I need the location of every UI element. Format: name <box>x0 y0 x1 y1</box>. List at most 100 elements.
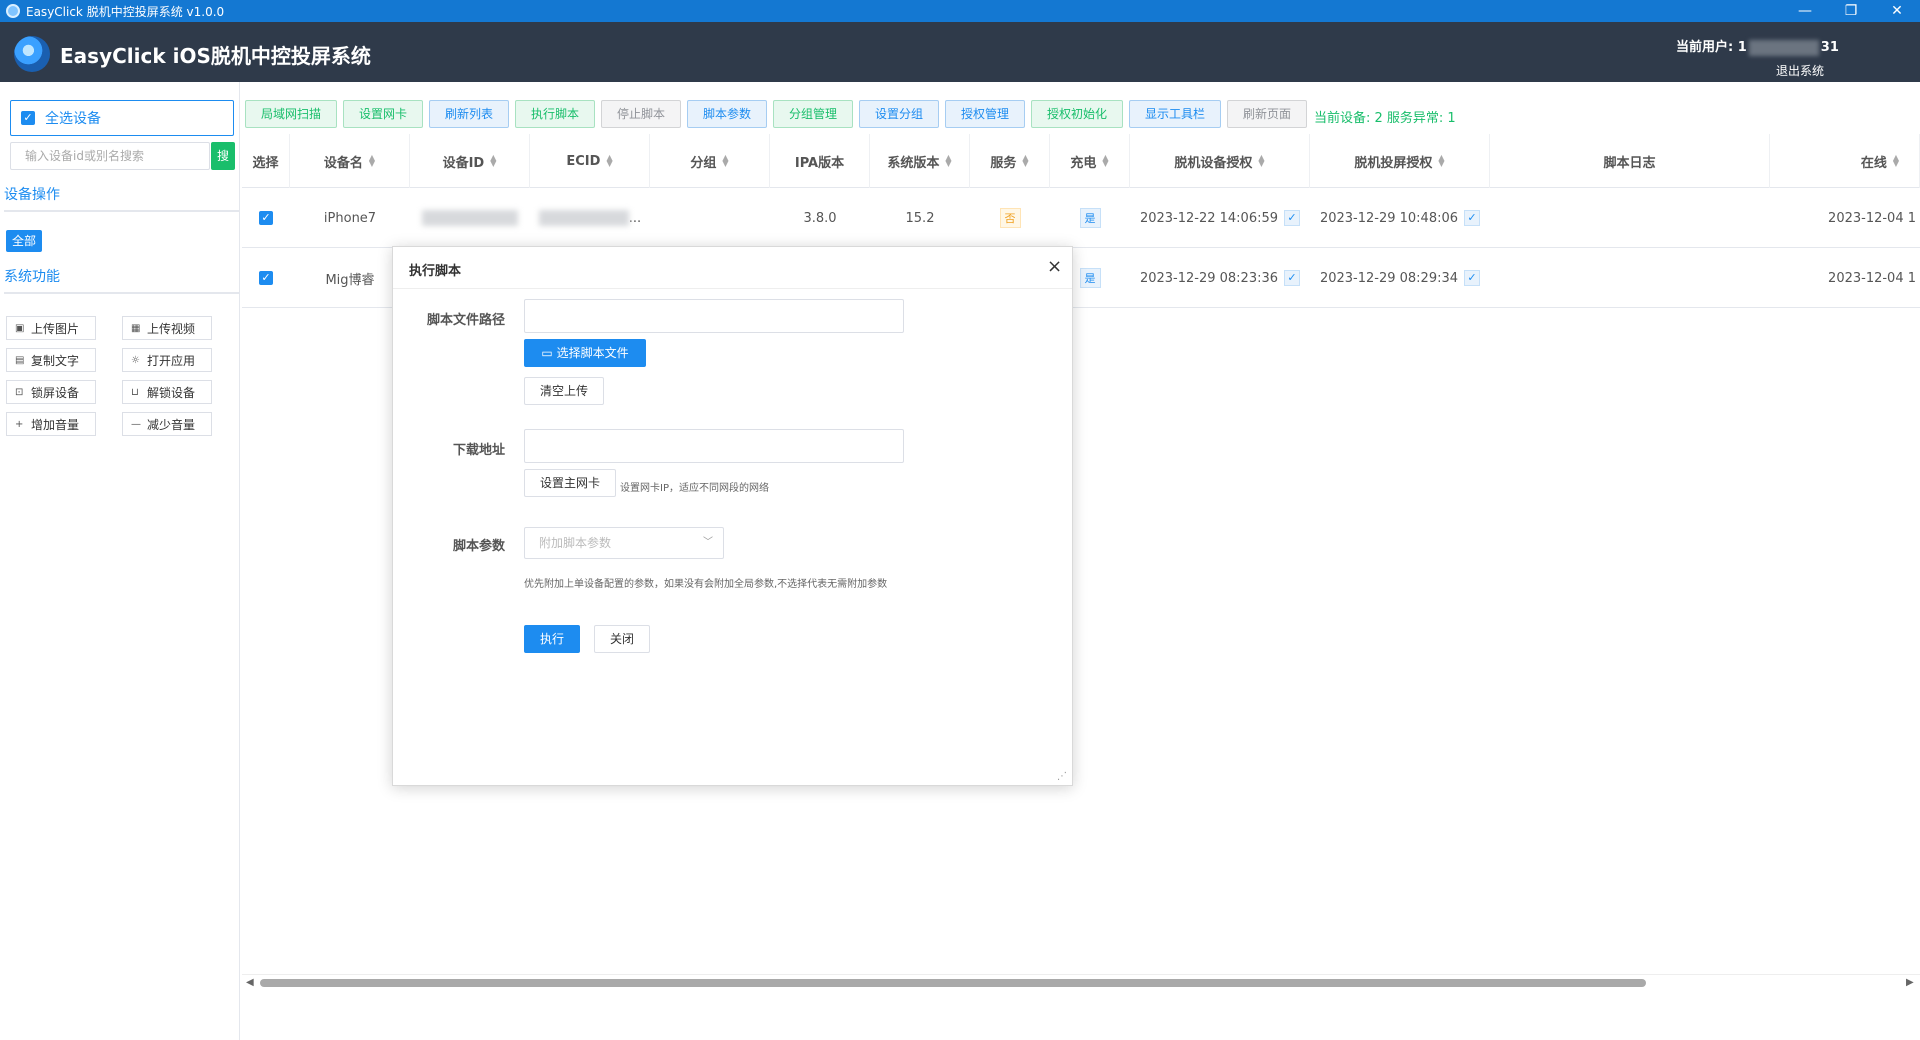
upload-image-button[interactable]: ▣ 上传图片 <box>6 316 96 340</box>
download-url-label: 下载地址 <box>452 443 505 458</box>
all-devices-button[interactable]: 全部 <box>6 230 42 252</box>
charging-tag: 是 <box>1079 268 1101 288</box>
col-group[interactable]: 分组 ▲ ▼ <box>650 134 770 188</box>
redacted-username <box>1748 39 1819 56</box>
script-path-input[interactable] <box>524 299 904 333</box>
scroll-thumb[interactable] <box>260 979 1646 987</box>
table-row[interactable]: ✓ iPhone7 ... 3.8.0 15.2 否 是 2023-12-22 … <box>242 188 1920 248</box>
refresh-list-button[interactable]: 刷新列表 <box>429 100 509 128</box>
current-user: 当前用户: 1 31 <box>1676 36 1839 56</box>
function-label: 打开应用 <box>147 353 196 368</box>
col-device-name[interactable]: 设备名 ▲ ▼ <box>290 134 410 188</box>
cell-screen-auth: 2023-12-29 08:29:34 ✓ <box>1310 248 1490 308</box>
show-toolbar-button[interactable]: 显示工具栏 <box>1129 100 1221 128</box>
search-button[interactable]: 搜 <box>211 142 235 170</box>
unlock-device-button[interactable]: ⊔ 解锁设备 <box>122 380 212 404</box>
folder-icon: ▭ <box>541 346 557 360</box>
function-label: 锁屏设备 <box>31 385 80 400</box>
logout-link[interactable]: 退出系统 <box>1776 62 1824 79</box>
plus-icon: + <box>15 418 24 430</box>
sort-icon: ▲ ▼ <box>722 153 729 168</box>
unlock-icon: ⊔ <box>131 386 139 398</box>
script-params-button[interactable]: 脚本参数 <box>687 100 767 128</box>
sidebar: ✓ 全选设备 输入设备id或别名搜索 搜 设备操作 全部 系统功能 ▣ 上传图片 … <box>0 82 240 1040</box>
function-label: 解锁设备 <box>147 385 196 400</box>
sun-icon: ☼ <box>131 354 140 366</box>
script-params-label: 脚本参数 <box>452 539 505 554</box>
select-all-devices[interactable]: ✓ 全选设备 <box>10 100 234 136</box>
download-url-input[interactable] <box>524 429 904 463</box>
set-main-nic-button[interactable]: 设置主网卡 <box>524 469 616 497</box>
cell-os-version: 15.2 <box>905 210 935 226</box>
copy-text-button[interactable]: ▤ 复制文字 <box>6 348 96 372</box>
divider <box>4 210 240 212</box>
col-device-id[interactable]: 设备ID ▲ ▼ <box>410 134 530 188</box>
device-search-input[interactable]: 输入设备id或别名搜索 <box>10 142 210 170</box>
cell-screen-auth: 2023-12-29 10:48:06 ✓ <box>1310 188 1490 248</box>
volume-down-button[interactable]: — 减少音量 <box>122 412 212 436</box>
group-manage-button[interactable]: 分组管理 <box>773 100 853 128</box>
set-group-button[interactable]: 设置分组 <box>859 100 939 128</box>
sort-icon: ▲ ▼ <box>490 153 497 168</box>
redacted-id <box>422 210 518 226</box>
app-title: EasyClick iOS脱机中控投屏系统 <box>60 44 371 68</box>
col-online[interactable]: 在线 ▲ ▼ <box>1770 134 1920 188</box>
select-script-file-button[interactable]: ▭ 选择脚本文件 <box>524 339 646 367</box>
volume-up-button[interactable]: + 增加音量 <box>6 412 96 436</box>
window-title: EasyClick 脱机中控投屏系统 v1.0.0 <box>26 4 225 19</box>
cell-online: 2023-12-04 1 <box>1828 270 1916 286</box>
run-script-dialog: 执行脚本 × 脚本文件路径 ▭ 选择脚本文件 清空上传 下载地址 设置主网卡 设… <box>392 246 1073 786</box>
sort-icon: ▲ ▼ <box>945 153 952 168</box>
function-label: 上传图片 <box>31 321 80 336</box>
lan-scan-button[interactable]: 局域网扫描 <box>245 100 337 128</box>
col-ecid[interactable]: ECID ▲ ▼ <box>530 134 650 188</box>
execute-button[interactable]: 执行 <box>524 625 580 653</box>
restore-button[interactable]: ❐ <box>1828 0 1874 22</box>
row-checkbox[interactable]: ✓ <box>259 271 273 285</box>
app-icon <box>6 4 20 18</box>
scroll-left-icon[interactable]: ◀ <box>246 977 254 988</box>
row-select[interactable]: ✓ <box>242 188 290 248</box>
col-device-auth[interactable]: 脱机设备授权 ▲ ▼ <box>1130 134 1310 188</box>
scroll-right-icon[interactable]: ▶ <box>1906 977 1914 988</box>
col-script-log: 脚本日志 <box>1490 134 1770 188</box>
open-app-button[interactable]: ☼ 打开应用 <box>122 348 212 372</box>
sort-icon: ▲ ▼ <box>368 153 376 168</box>
refresh-page-button[interactable]: 刷新页面 <box>1227 100 1307 128</box>
col-ipa-version: IPA版本 <box>770 134 870 188</box>
cell-script-log <box>1490 188 1770 248</box>
run-script-toolbar-button[interactable]: 执行脚本 <box>515 100 595 128</box>
select-all-checkbox[interactable]: ✓ <box>21 111 35 125</box>
script-params-select[interactable]: 附加脚本参数 ﹀ <box>524 527 724 559</box>
app-header: EasyClick iOS脱机中控投屏系统 当前用户: 1 31 退出系统 <box>0 22 1920 82</box>
lock-device-button[interactable]: ⊡ 锁屏设备 <box>6 380 96 404</box>
script-path-label: 脚本文件路径 <box>426 313 505 328</box>
horizontal-scrollbar[interactable]: ◀ ▶ <box>242 974 1920 990</box>
cell-group <box>650 188 770 248</box>
col-charging[interactable]: 充电 ▲ ▼ <box>1050 134 1130 188</box>
col-os-version[interactable]: 系统版本 ▲ ▼ <box>870 134 970 188</box>
cell-device-auth: 2023-12-22 14:06:59 ✓ <box>1130 188 1310 248</box>
col-service[interactable]: 服务 ▲ ▼ <box>970 134 1050 188</box>
col-select: 选择 <box>242 134 290 188</box>
clear-upload-button[interactable]: 清空上传 <box>524 377 604 405</box>
upload-video-button[interactable]: ▦ 上传视频 <box>122 316 212 340</box>
auth-init-button[interactable]: 授权初始化 <box>1031 100 1123 128</box>
window-close-button[interactable]: ✕ <box>1874 0 1920 22</box>
minus-icon: — <box>131 418 141 430</box>
row-checkbox[interactable]: ✓ <box>259 211 273 225</box>
stop-script-button[interactable]: 停止脚本 <box>601 100 681 128</box>
minimize-button[interactable]: — <box>1782 0 1828 22</box>
auth-manage-button[interactable]: 授权管理 <box>945 100 1025 128</box>
sort-icon: ▲ ▼ <box>606 153 613 168</box>
resize-grip-icon[interactable]: ⋰ <box>1057 771 1067 782</box>
table-header: 选择 设备名 ▲ ▼ 设备ID ▲ ▼ ECID ▲ ▼ 分组 ▲ ▼ IPA版本 系统版本 ▲ ▼… <box>242 134 1920 188</box>
row-select[interactable]: ✓ <box>242 248 290 308</box>
dialog-close-icon[interactable]: × <box>1047 256 1062 277</box>
check-icon: ✓ <box>1284 270 1301 286</box>
col-screen-auth[interactable]: 脱机投屏授权 ▲ ▼ <box>1310 134 1490 188</box>
cell-device-id <box>410 188 530 248</box>
set-nic-toolbar-button[interactable]: 设置网卡 <box>343 100 423 128</box>
sort-icon: ▲ ▼ <box>1102 153 1109 168</box>
dialog-close-button[interactable]: 关闭 <box>594 625 650 653</box>
